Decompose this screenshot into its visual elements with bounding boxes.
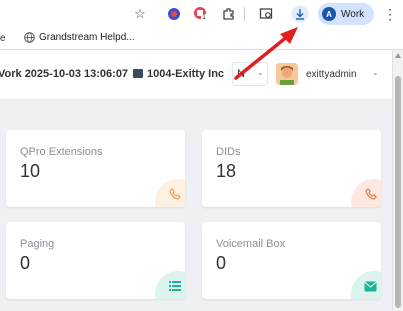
annotation-arrow — [234, 27, 298, 80]
